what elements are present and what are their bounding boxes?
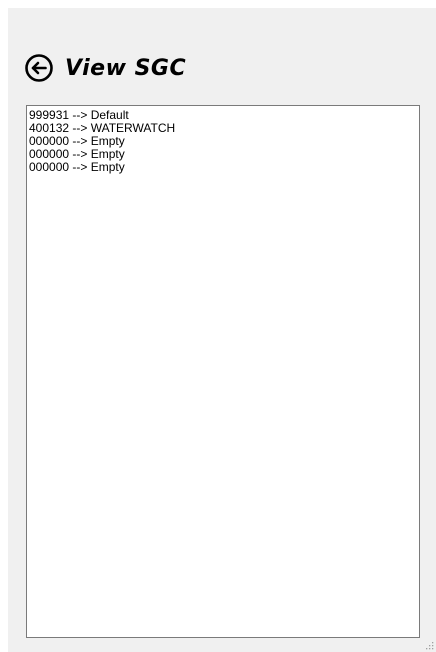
- back-button[interactable]: [24, 53, 54, 83]
- back-arrow-circle-icon: [25, 54, 53, 82]
- resize-grip-icon[interactable]: [424, 640, 434, 650]
- view-sgc-window: View SGC 999931 --> Default 400132 --> W…: [8, 8, 436, 652]
- sgc-listbox[interactable]: 999931 --> Default 400132 --> WATERWATCH…: [26, 105, 420, 638]
- page-title: View SGC: [65, 55, 187, 81]
- list-item[interactable]: 000000 --> Empty: [29, 161, 419, 174]
- header: View SGC: [24, 48, 186, 88]
